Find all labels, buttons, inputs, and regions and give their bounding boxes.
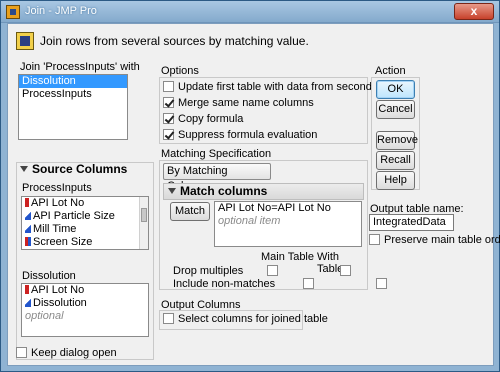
preserve-main-order-option[interactable]: Preserve main table order [369, 234, 500, 248]
column-name: API Lot No [31, 197, 85, 209]
cancel-button[interactable]: Cancel [376, 100, 415, 119]
drop-multiples-label: Drop multiples [173, 265, 244, 277]
continuous-column-icon [25, 298, 31, 307]
list-item[interactable]: API Lot No [22, 197, 148, 210]
source-columns-panel: Source Columns ProcessInputs API Lot No … [16, 162, 154, 360]
checkbox-checked[interactable] [163, 97, 174, 108]
list-item[interactable]: API Particle Size [22, 210, 148, 223]
option-update-first-table[interactable]: Update first table with data from second… [163, 81, 399, 95]
window-title: Join - JMP Pro [25, 5, 97, 17]
checkbox[interactable] [163, 81, 174, 92]
options-label: Options [161, 65, 199, 77]
include-nonmatches-with-checkbox[interactable] [376, 278, 388, 289]
dialog-client-area: Join rows from several sources by matchi… [7, 23, 500, 366]
option-suppress-formula[interactable]: Suppress formula evaluation [163, 129, 317, 143]
join-with-label: Join 'ProcessInputs' with [20, 61, 140, 73]
nominal-column-icon [25, 285, 29, 294]
title-bar[interactable]: Join - JMP Pro x [1, 1, 499, 23]
matching-method-dropdown[interactable]: By Matching Columns [163, 163, 271, 192]
processinputs-label: ProcessInputs [22, 182, 92, 194]
source-columns-title: Source Columns [32, 162, 128, 176]
join-with-item-processinputs[interactable]: ProcessInputs [19, 88, 127, 101]
checkbox-checked[interactable] [163, 113, 174, 124]
list-scrollbar[interactable] [139, 197, 148, 249]
option-merge-same-name[interactable]: Merge same name columns [163, 97, 314, 111]
column-name: Screen Size [33, 236, 93, 248]
match-columns-header[interactable]: Match columns [163, 183, 364, 200]
ok-button[interactable]: OK [376, 80, 415, 99]
include-nonmatches-main-checkbox[interactable] [303, 278, 315, 289]
close-button[interactable]: x [454, 3, 494, 20]
checkbox[interactable] [16, 347, 27, 358]
recall-button[interactable]: Recall [376, 151, 415, 170]
optional-placeholder: optional [25, 310, 64, 322]
action-label: Action [375, 65, 406, 77]
main-table-col-header: Main Table [261, 251, 314, 263]
scroll-thumb[interactable] [141, 208, 147, 222]
matching-spec-panel: By Matching Columns Match columns Match … [159, 160, 388, 290]
join-with-item-dissolution[interactable]: Dissolution [19, 75, 127, 88]
dissolution-label: Dissolution [22, 270, 76, 282]
option-label: Preserve main table order [384, 234, 500, 246]
dialog-header-text: Join rows from several sources by matchi… [40, 34, 309, 48]
option-label: Merge same name columns [178, 97, 314, 109]
checkbox[interactable] [369, 234, 380, 245]
join-dialog-window: Join - JMP Pro x Join rows from several … [0, 0, 500, 372]
join-with-list[interactable]: Dissolution ProcessInputs [18, 74, 128, 140]
join-icon [16, 32, 34, 50]
remove-button[interactable]: Remove [376, 131, 418, 150]
checkbox-checked[interactable] [163, 129, 174, 140]
match-columns-title: Match columns [180, 184, 268, 198]
disclosure-triangle-icon[interactable] [20, 166, 28, 172]
column-name: Mill Time [33, 223, 77, 235]
action-panel: OK Cancel Remove Recall Help [371, 77, 420, 190]
ordinal-column-icon [25, 237, 31, 246]
output-table-name-input[interactable]: IntegratedData [369, 214, 454, 231]
option-label: Copy formula [178, 113, 244, 125]
output-columns-panel: Select columns for joined table [159, 310, 328, 330]
list-item[interactable]: Screen Size [22, 236, 148, 249]
keep-dialog-open-option[interactable]: Keep dialog open [16, 347, 117, 361]
optional-item-placeholder: optional item [218, 215, 281, 227]
match-pairs-list[interactable]: API Lot No=API Lot No optional item [214, 201, 362, 247]
option-label: Update first table with data from second… [178, 81, 399, 93]
list-item[interactable]: Mill Time [22, 223, 148, 236]
option-label: Suppress formula evaluation [178, 129, 318, 141]
checkbox[interactable] [163, 313, 174, 324]
option-label: Keep dialog open [31, 347, 117, 359]
option-label: Select columns for joined table [178, 313, 328, 325]
dissolution-columns-list[interactable]: API Lot No Dissolution optional [21, 283, 149, 337]
option-copy-formula[interactable]: Copy formula [163, 113, 243, 127]
column-name: Dissolution [33, 297, 87, 309]
drop-multiples-with-checkbox[interactable] [340, 265, 352, 276]
source-columns-header[interactable]: Source Columns [16, 162, 154, 179]
disclosure-triangle-icon[interactable] [168, 188, 176, 194]
select-columns-option[interactable]: Select columns for joined table [163, 313, 328, 327]
list-item[interactable]: API Lot No [22, 284, 148, 297]
jmp-app-icon [6, 5, 20, 19]
match-pair-item[interactable]: API Lot No=API Lot No [215, 202, 361, 215]
matching-spec-label: Matching Specification [161, 148, 272, 160]
drop-multiples-main-checkbox[interactable] [267, 265, 278, 276]
processinputs-columns-list[interactable]: API Lot No API Particle Size Mill Time S… [21, 196, 149, 250]
help-button[interactable]: Help [376, 171, 415, 190]
continuous-column-icon [25, 211, 31, 220]
match-button[interactable]: Match [170, 202, 210, 221]
column-name: API Particle Size [33, 210, 115, 222]
continuous-column-icon [25, 224, 31, 233]
options-panel: Update first table with data from second… [159, 77, 399, 144]
column-name: API Lot No [31, 284, 85, 296]
list-item[interactable]: Dissolution [22, 297, 148, 310]
nominal-column-icon [25, 198, 29, 207]
include-nonmatches-label: Include non-matches [173, 278, 276, 290]
